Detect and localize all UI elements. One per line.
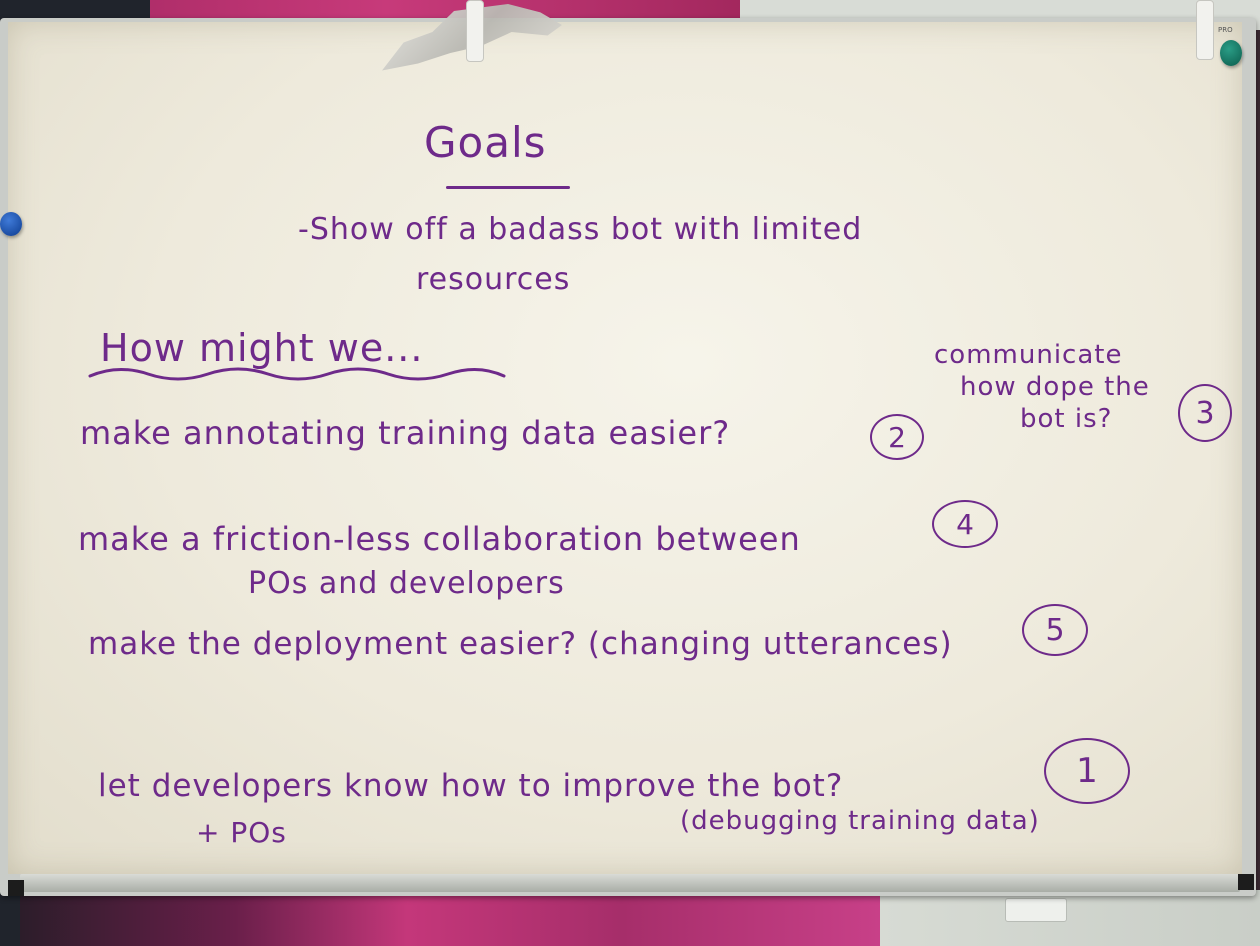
green-magnet (1220, 40, 1242, 66)
item-annotating: make annotating training data easier? (80, 414, 731, 452)
binder-clip (466, 0, 484, 62)
item-improve-line-2: + POs (196, 816, 287, 849)
item-improve-line-3: (debugging training data) (680, 806, 1040, 836)
curtain-bottom (20, 890, 880, 946)
marker-tray (20, 874, 1240, 892)
blue-magnet (0, 212, 22, 236)
item-communicate-line-2: how dope the (960, 372, 1150, 402)
board-title: Goals (424, 118, 547, 167)
goal-line-2: resources (416, 262, 571, 297)
title-underline (446, 186, 570, 189)
rank-badge-4: 4 (932, 500, 998, 548)
item-deployment: make the deployment easier? (changing ut… (88, 626, 953, 662)
goal-line-1: -Show off a badass bot with limited (298, 212, 863, 247)
binder-clip (1196, 0, 1214, 60)
rank-badge-5: 5 (1022, 604, 1088, 656)
frame-corner (8, 880, 24, 896)
frame-corner (1238, 874, 1254, 890)
item-communicate-line-1: communicate (934, 340, 1123, 370)
item-communicate-line-3: bot is? (1020, 404, 1113, 434)
rank-badge-1: 1 (1044, 738, 1130, 804)
rank-badge-3: 3 (1178, 384, 1232, 442)
item-collaboration-line-2: POs and developers (248, 566, 565, 601)
item-collaboration-line-1: make a friction-less collaboration betwe… (78, 520, 801, 558)
hmw-wavy-underline (88, 367, 506, 381)
wall-bottom (880, 890, 1260, 946)
item-improve-line-1: let developers know how to improve the b… (98, 768, 844, 804)
wall-socket (1005, 898, 1067, 922)
brand-label: PRO (1218, 26, 1233, 34)
rank-badge-2: 2 (870, 414, 924, 460)
